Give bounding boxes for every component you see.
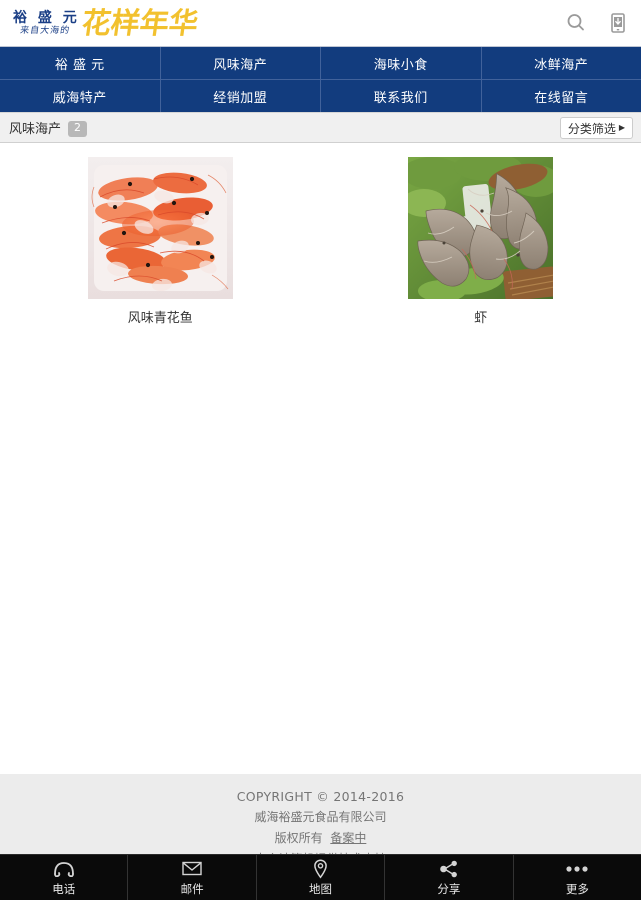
product-card[interactable]: 风味青花鱼 [0, 157, 321, 326]
toolbar-item-mail[interactable]: 邮件 [128, 855, 257, 900]
nav-item-message-board[interactable]: 在线留言 [482, 80, 641, 112]
share-icon [439, 859, 459, 879]
header-icon-group [565, 0, 629, 46]
breadcrumb-category: 风味海产 [9, 122, 62, 137]
raw-shrimp-on-greens-photo[interactable] [408, 157, 554, 299]
map-pin-icon [313, 858, 328, 879]
nav-row-2: 威海特产 经销加盟 联系我们 在线留言 [0, 79, 641, 112]
phone-icon [53, 859, 75, 879]
product-grid: 风味青花鱼 虾 [0, 157, 641, 326]
product-card[interactable]: 虾 [321, 157, 641, 326]
logo-brand-sub: 来自大海的 [19, 25, 72, 36]
site-logo[interactable]: 裕 盛 元 来自大海的 花样年华 [10, 3, 201, 43]
toolbar-item-share[interactable]: 分享 [385, 855, 514, 900]
footer-rights-row: 版权所有 备案中 [0, 828, 641, 849]
more-dots-icon [565, 859, 589, 879]
breadcrumb-bar: 风味海产 2 分类筛选 ▶ [0, 112, 641, 143]
footer-copyright: COPYRIGHT © 2014-2016 [236, 789, 405, 804]
site-header: 裕 盛 元 来自大海的 花样年华 [0, 0, 641, 46]
toolbar-label-mail: 邮件 [180, 881, 204, 896]
product-name: 虾 [474, 311, 488, 326]
chevron-right-icon: ▶ [618, 123, 625, 132]
footer-record-link[interactable]: 备案中 [330, 831, 366, 845]
search-icon[interactable] [565, 12, 587, 34]
logo-text-block: 裕 盛 元 来自大海的 [10, 11, 80, 36]
breadcrumb: 风味海产 2 [9, 118, 88, 137]
cooked-shrimp-on-ice-photo[interactable] [87, 157, 233, 299]
toolbar-label-map: 地图 [309, 881, 333, 896]
product-list-section: 风味青花鱼 虾 [0, 143, 641, 759]
mail-icon [182, 859, 202, 879]
logo-brand-main: 花样年华 [79, 5, 201, 40]
toolbar-label-phone: 电话 [52, 881, 76, 896]
nav-item-home[interactable]: 裕 盛 元 [0, 47, 161, 79]
toolbar-item-phone[interactable]: 电话 [0, 855, 129, 900]
toolbar-item-more[interactable]: 更多 [514, 855, 641, 900]
nav-item-contact-us[interactable]: 联系我们 [321, 80, 482, 112]
nav-item-weihai-specialty[interactable]: 威海特产 [0, 80, 161, 112]
product-name: 风味青花鱼 [127, 311, 193, 326]
toolbar-label-share: 分享 [437, 881, 461, 896]
category-filter-label: 分类筛选 [567, 121, 616, 136]
nav-item-flavor-seafood[interactable]: 风味海产 [161, 47, 321, 79]
page-root: 裕 盛 元 来自大海的 花样年华 裕 盛 元 风味海产 海味小食 冰鲜海产 威海… [0, 0, 641, 900]
toolbar-label-more: 更多 [565, 881, 589, 896]
site-footer: COPYRIGHT © 2014-2016 威海裕盛元食品有限公司 版权所有 备… [0, 774, 641, 855]
mobile-download-icon[interactable] [607, 12, 629, 34]
nav-item-fresh-seafood[interactable]: 冰鲜海产 [482, 47, 641, 79]
breadcrumb-count-badge: 2 [68, 121, 88, 137]
nav-item-seafood-snacks[interactable]: 海味小食 [321, 47, 482, 79]
logo-brand-top: 裕 盛 元 [13, 9, 80, 26]
footer-company: 威海裕盛元食品有限公司 [254, 810, 387, 824]
toolbar-item-map[interactable]: 地图 [257, 855, 386, 900]
main-navigation: 裕 盛 元 风味海产 海味小食 冰鲜海产 威海特产 经销加盟 联系我们 在线留言 [0, 46, 641, 112]
bottom-toolbar: 电话 邮件 地图 分享 更多 [0, 854, 641, 900]
category-filter-button[interactable]: 分类筛选 ▶ [559, 117, 633, 139]
nav-item-distribution[interactable]: 经销加盟 [161, 80, 321, 112]
nav-row-1: 裕 盛 元 风味海产 海味小食 冰鲜海产 [0, 47, 641, 79]
footer-rights-text: 版权所有 [274, 831, 323, 845]
